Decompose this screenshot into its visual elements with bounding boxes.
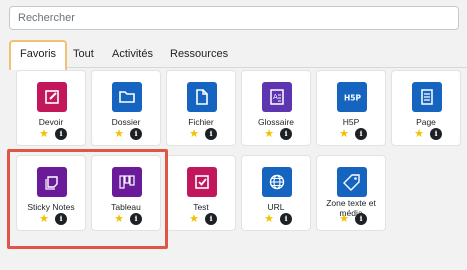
assignment-icon: [37, 82, 67, 112]
info-icon[interactable]: i: [55, 128, 67, 140]
activity-card-dossier[interactable]: Dossier ★ i: [91, 70, 161, 146]
info-icon[interactable]: i: [280, 213, 292, 225]
folder-icon: [112, 82, 142, 112]
search-input[interactable]: [9, 6, 459, 30]
glossary-icon: A: [262, 82, 292, 112]
activity-card-url[interactable]: URL ★ i: [241, 155, 311, 231]
info-icon[interactable]: i: [130, 128, 142, 140]
star-icon[interactable]: ★: [113, 128, 125, 140]
activity-label: Fichier: [188, 117, 214, 127]
activity-card-fichier[interactable]: Fichier ★ i: [166, 70, 236, 146]
activity-label: Page: [416, 117, 436, 127]
star-icon[interactable]: ★: [413, 128, 425, 140]
activity-card-h5p[interactable]: H5P H5P ★ i: [316, 70, 386, 146]
svg-text:H5P: H5P: [344, 94, 361, 103]
activity-label: URL: [267, 202, 285, 212]
star-icon[interactable]: ★: [263, 128, 275, 140]
activity-label: Devoir: [38, 117, 64, 127]
info-icon[interactable]: i: [355, 213, 367, 225]
h5p-icon: H5P: [337, 82, 367, 112]
activity-card-test[interactable]: Test ★ i: [166, 155, 236, 231]
activity-card-tableau[interactable]: Tableau ★ i: [91, 155, 161, 231]
info-icon[interactable]: i: [205, 213, 217, 225]
activity-label: Glossaire: [258, 117, 294, 127]
activity-label: Dossier: [111, 117, 141, 127]
activity-label: Sticky Notes: [27, 202, 75, 212]
activity-label: H5P: [342, 117, 360, 127]
sticky-notes-icon: [37, 167, 67, 197]
info-icon[interactable]: i: [130, 213, 142, 225]
star-icon[interactable]: ★: [113, 213, 125, 225]
tab-activites[interactable]: Activités: [112, 40, 153, 68]
star-icon[interactable]: ★: [338, 128, 350, 140]
star-icon[interactable]: ★: [38, 128, 50, 140]
label-tag-icon: [337, 167, 367, 197]
star-icon[interactable]: ★: [188, 128, 200, 140]
tab-favoris[interactable]: Favoris: [9, 40, 68, 70]
activity-label: Test: [193, 202, 209, 212]
activity-card-zone-texte[interactable]: Zone texte et média ★ i: [316, 155, 386, 231]
svg-text:A: A: [273, 93, 278, 101]
page-icon: [412, 82, 442, 112]
activity-card-page[interactable]: Page ★ i: [391, 70, 461, 146]
star-icon[interactable]: ★: [188, 213, 200, 225]
quiz-icon: [187, 167, 217, 197]
activity-card-sticky-notes[interactable]: Sticky Notes ★ i: [16, 155, 86, 231]
board-icon: [112, 167, 142, 197]
info-icon[interactable]: i: [355, 128, 367, 140]
file-icon: [187, 82, 217, 112]
star-icon[interactable]: ★: [338, 213, 350, 225]
info-icon[interactable]: i: [280, 128, 292, 140]
activity-tabs: Favoris Tout Activités Ressources: [9, 40, 467, 70]
activity-card-devoir[interactable]: Devoir ★ i: [16, 70, 86, 146]
tab-ressources[interactable]: Ressources: [170, 40, 228, 68]
info-icon[interactable]: i: [55, 213, 67, 225]
globe-icon: [262, 167, 292, 197]
tab-tout[interactable]: Tout: [73, 40, 94, 68]
star-icon[interactable]: ★: [38, 213, 50, 225]
activity-label: Tableau: [111, 202, 141, 212]
info-icon[interactable]: i: [205, 128, 217, 140]
activity-card-glossaire[interactable]: A Glossaire ★ i: [241, 70, 311, 146]
info-icon[interactable]: i: [430, 128, 442, 140]
star-icon[interactable]: ★: [263, 213, 275, 225]
activity-label: Zone texte et média: [326, 198, 376, 218]
